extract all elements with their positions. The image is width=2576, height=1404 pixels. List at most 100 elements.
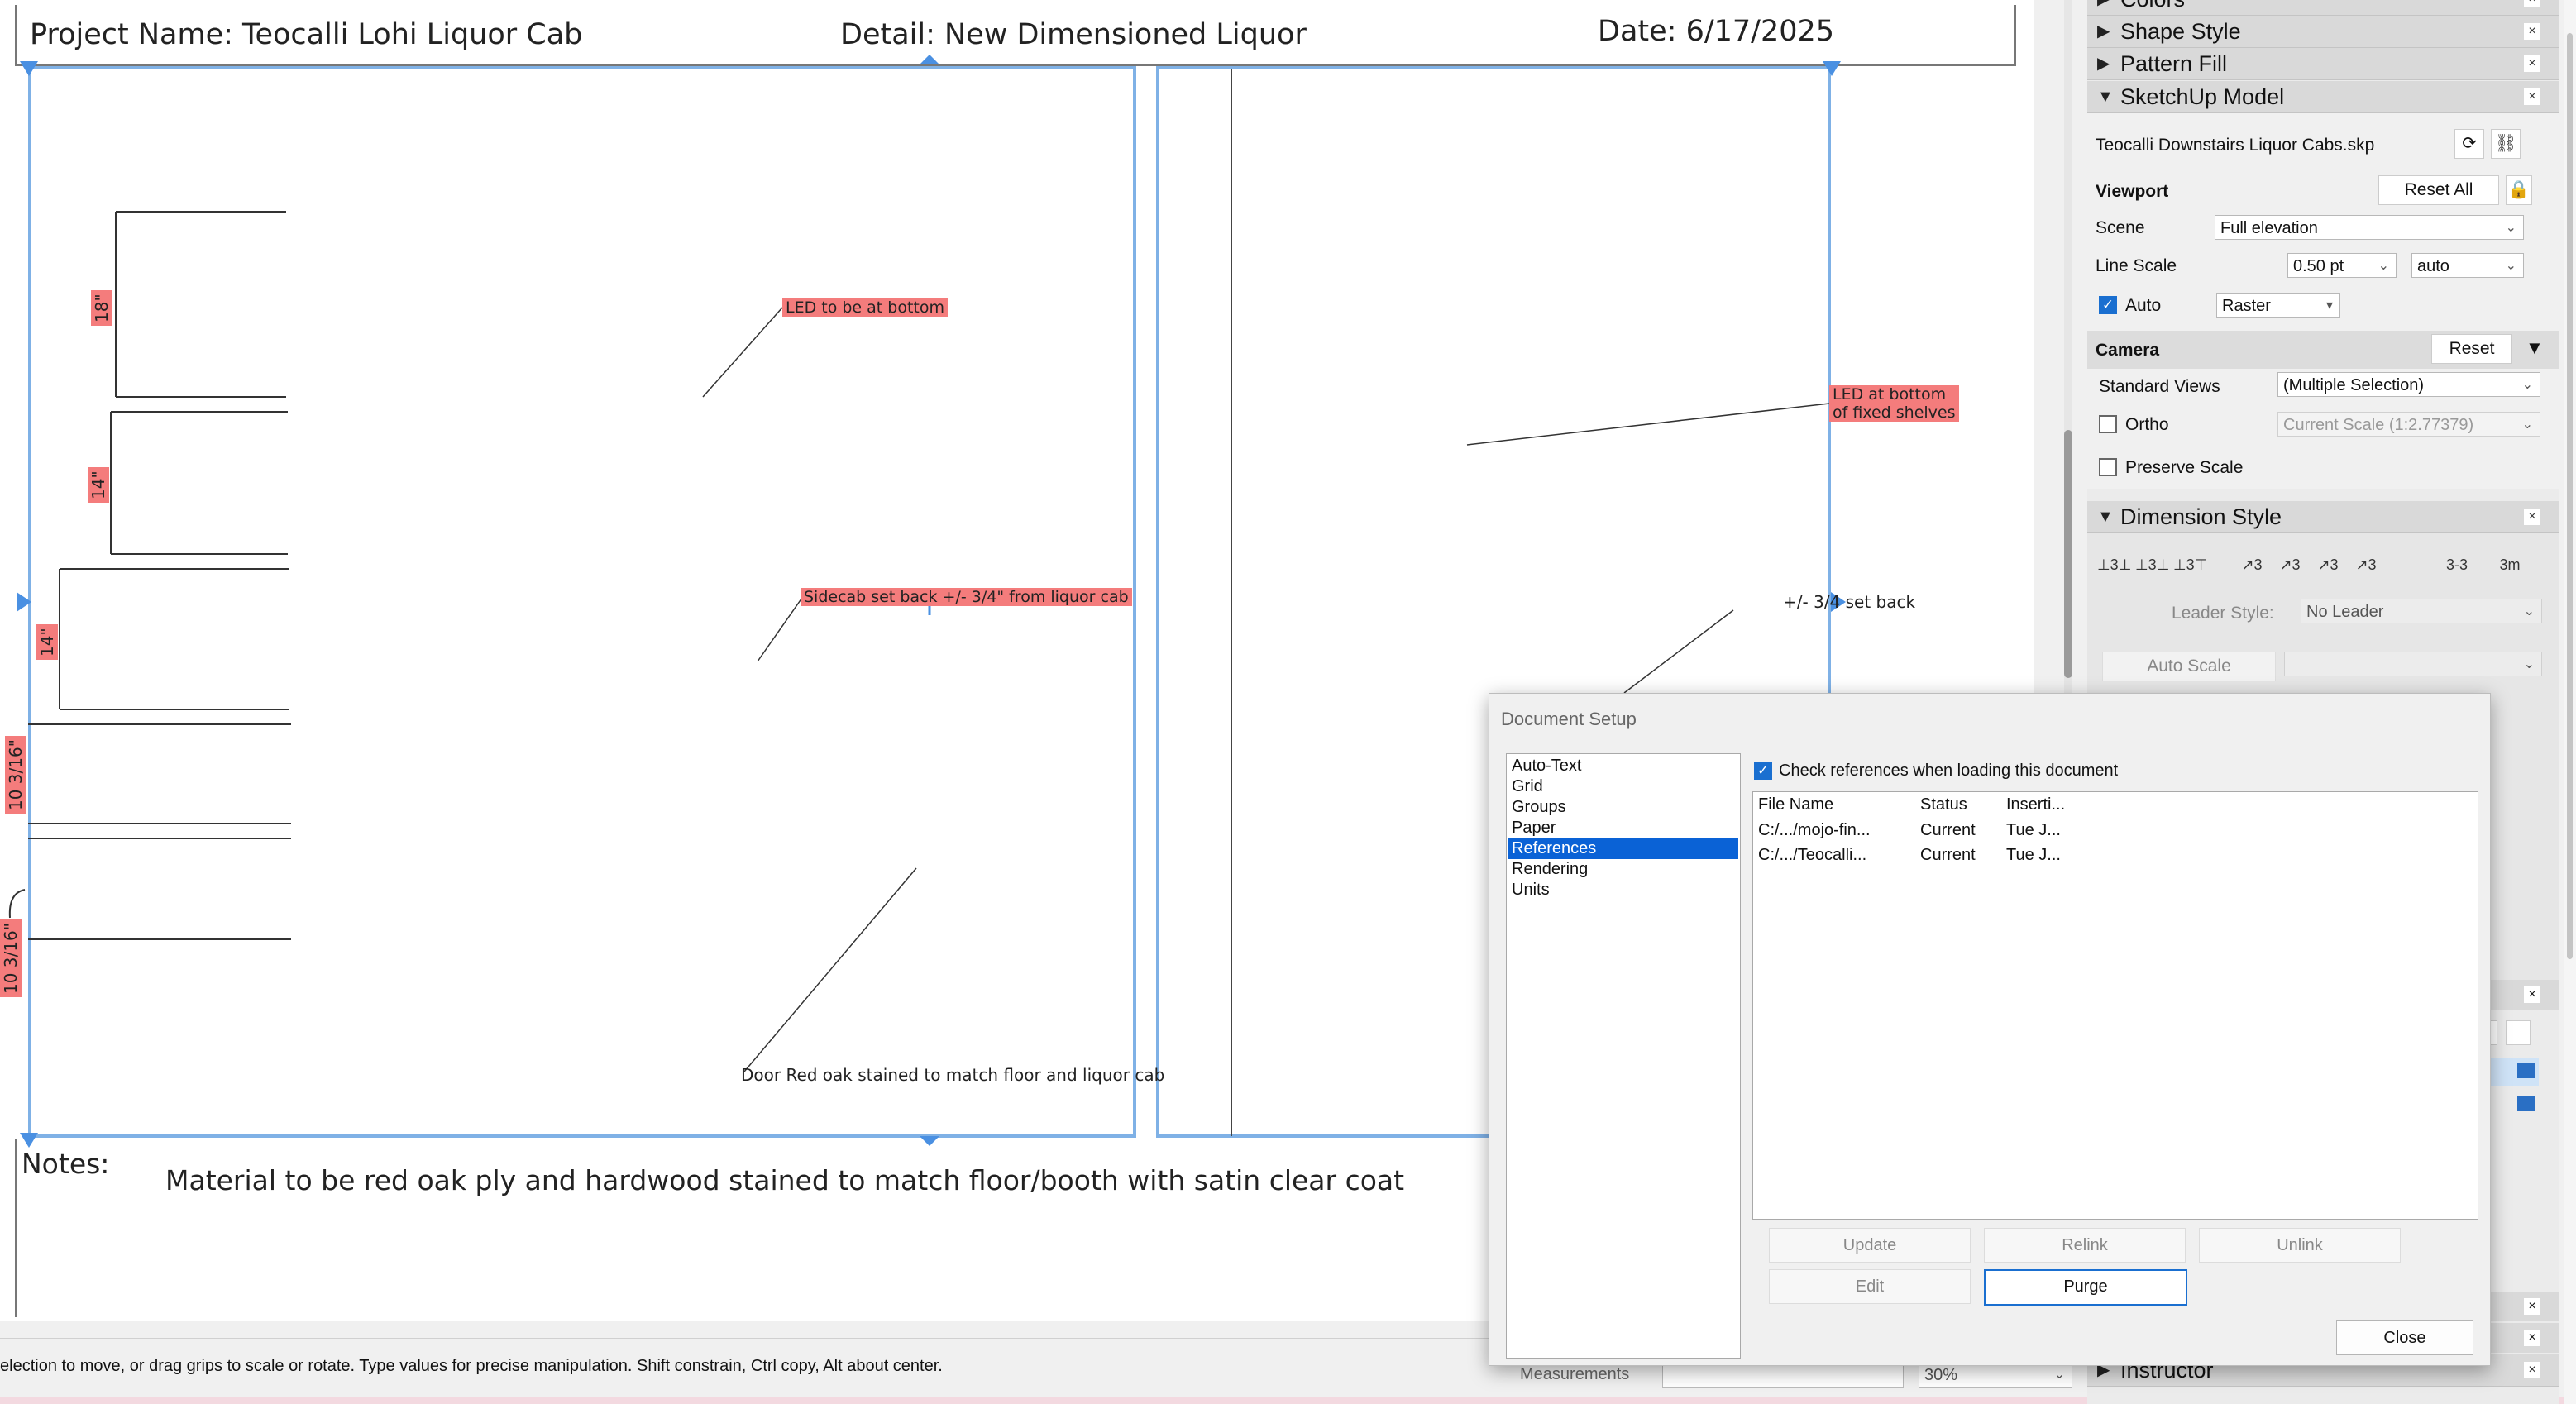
scene-value: Full elevation: [2220, 219, 2318, 237]
tray-scroll-thumb[interactable]: [2567, 33, 2573, 959]
dim-align-middle-icon[interactable]: ⊥3⊥: [2135, 551, 2169, 579]
auto-checkbox[interactable]: ✓: [2099, 296, 2117, 314]
dimension-tag[interactable]: 18": [91, 290, 112, 326]
dimension-tag[interactable]: 10 3/16": [5, 736, 26, 814]
close-icon[interactable]: ×: [2524, 1362, 2540, 1378]
close-icon[interactable]: ×: [2524, 1330, 2540, 1346]
close-icon[interactable]: ×: [2524, 0, 2540, 7]
standard-views-label: Standard Views: [2099, 377, 2220, 396]
door-note[interactable]: Door Red oak stained to match floor and …: [741, 1065, 1164, 1085]
category-item-paper[interactable]: Paper: [1508, 818, 1738, 838]
scene-select[interactable]: Full elevation ⌄: [2215, 215, 2524, 240]
render-mode-select[interactable]: Raster ▾: [2216, 293, 2340, 318]
line-scale-mode-select[interactable]: auto ⌄: [2411, 253, 2524, 278]
dim-rotate-4-icon[interactable]: ↗3: [2350, 551, 2382, 579]
leader-style-value: No Leader: [2306, 603, 2384, 621]
camera-label: Camera: [2096, 341, 2160, 360]
category-item-grid[interactable]: Grid: [1508, 776, 1738, 797]
notes-label: Notes:: [22, 1148, 110, 1180]
close-icon[interactable]: ×: [2524, 23, 2540, 40]
measurements-label: Measurements: [1520, 1365, 1630, 1383]
cell-file-name: C:/.../Teocalli...: [1758, 846, 1867, 864]
render-mode-value: Raster: [2222, 297, 2271, 315]
cell-inserted: Tue J...: [2006, 821, 2061, 839]
column-header-inserted[interactable]: Inserti...: [2006, 795, 2065, 814]
category-item-references[interactable]: References: [1508, 838, 1738, 859]
close-icon[interactable]: ×: [2524, 55, 2540, 72]
panel-shape-style[interactable]: ▶ Shape Style ×: [2087, 16, 2559, 48]
close-button[interactable]: Close: [2336, 1320, 2473, 1355]
sidecab-setback-label[interactable]: Sidecab set back +/- 3/4" from liquor ca…: [801, 588, 1132, 606]
close-icon[interactable]: ×: [2524, 1298, 2540, 1315]
dim-align-top-icon[interactable]: ⊥3⊤: [2173, 551, 2207, 579]
dim-rotate-2-icon[interactable]: ↗3: [2274, 551, 2306, 579]
ortho-checkbox[interactable]: [2099, 415, 2117, 433]
model-file-name: Teocalli Downstairs Liquor Cabs.skp: [2096, 136, 2375, 155]
standard-views-value: (Multiple Selection): [2283, 376, 2425, 394]
dim-rotate-1-icon[interactable]: ↗3: [2236, 551, 2268, 579]
chevron-down-icon: ⌄: [2378, 259, 2389, 273]
dim-align-bottom-icon[interactable]: ⊥3⊥: [2097, 551, 2131, 579]
category-item-auto-text[interactable]: Auto-Text: [1508, 756, 1738, 776]
edit-button[interactable]: Edit: [1769, 1269, 1971, 1304]
standard-views-select[interactable]: (Multiple Selection) ⌄: [2277, 372, 2540, 397]
check-references-checkbox[interactable]: ✓: [1754, 762, 1772, 780]
close-icon[interactable]: ×: [2524, 986, 2540, 1003]
dim-units-icon[interactable]: 3m: [2494, 551, 2526, 579]
line-scale-mode-value: auto: [2417, 257, 2449, 275]
document-setup-dialog: Document Setup Auto-Text Grid Groups Pap…: [1489, 693, 2491, 1366]
dimension-tag[interactable]: 14": [88, 467, 109, 503]
zoom-select[interactable]: 30% ⌄: [1919, 1363, 2072, 1388]
auto-scale-button[interactable]: Auto Scale: [2102, 652, 2276, 681]
dimension-tag[interactable]: 14": [36, 624, 58, 660]
dim-offset-icon[interactable]: 3-3: [2441, 551, 2473, 579]
monitor-icon: [2517, 1096, 2535, 1111]
camera-menu-icon[interactable]: ▼: [2526, 337, 2544, 359]
cell-status: Current: [1920, 821, 1976, 839]
chevron-down-icon: ⌄: [2523, 604, 2535, 618]
leader-style-select[interactable]: No Leader ⌄: [2301, 599, 2542, 623]
notes-text[interactable]: Material to be red oak ply and hardwood …: [165, 1164, 1404, 1196]
relink-button[interactable]: Relink: [1984, 1228, 2186, 1263]
category-item-rendering[interactable]: Rendering: [1508, 859, 1738, 880]
line-scale-value: 0.50 pt: [2293, 257, 2344, 275]
refresh-icon[interactable]: ⟳: [2454, 129, 2484, 159]
auto-scale-select[interactable]: ⌄: [2284, 652, 2542, 676]
column-header-file-name[interactable]: File Name: [1758, 795, 1833, 814]
dimension-tag[interactable]: 10 3/16": [0, 919, 22, 997]
dim-rotate-3-icon[interactable]: ↗3: [2312, 551, 2344, 579]
link-icon[interactable]: ⛓: [2491, 129, 2521, 159]
unlink-button[interactable]: Unlink: [2199, 1228, 2401, 1263]
measurements-input[interactable]: [1662, 1363, 1904, 1388]
ortho-scale-select[interactable]: Current Scale (1:2.77379) ⌄: [2277, 412, 2540, 437]
line-scale-select[interactable]: 0.50 pt ⌄: [2287, 253, 2397, 278]
column-header-status[interactable]: Status: [1920, 795, 1967, 814]
panel-title: Colors: [2120, 0, 2185, 15]
table-row[interactable]: C:/.../mojo-fin... Current Tue J...: [1753, 819, 2478, 843]
grid-view-icon[interactable]: [2506, 1020, 2531, 1045]
zoom-value: 30%: [1924, 1366, 1958, 1384]
panel-pattern-fill[interactable]: ▶ Pattern Fill ×: [2087, 48, 2559, 80]
lock-icon[interactable]: 🔒: [2506, 175, 2532, 205]
camera-reset-button[interactable]: Reset: [2431, 334, 2512, 364]
close-icon[interactable]: ×: [2524, 509, 2540, 525]
dimension-icon-row: ⊥3⊥ ⊥3⊥ ⊥3⊤ ↗3 ↗3 ↗3 ↗3 3-3 3m: [2097, 551, 2544, 584]
purge-button[interactable]: Purge: [1984, 1269, 2187, 1306]
scene-label: Scene: [2096, 218, 2145, 237]
preserve-scale-checkbox[interactable]: [2099, 458, 2117, 476]
chevron-down-icon: ⌄: [2521, 378, 2533, 392]
setback-note[interactable]: +/- 3/4 set back: [1783, 592, 1915, 612]
category-item-groups[interactable]: Groups: [1508, 797, 1738, 818]
table-row[interactable]: C:/.../Teocalli... Current Tue J...: [1753, 843, 2478, 868]
led-bottom-label[interactable]: LED to be at bottom: [782, 298, 949, 317]
panel-dimension-style[interactable]: ▼ Dimension Style ×: [2087, 501, 2559, 533]
update-button[interactable]: Update: [1769, 1228, 1971, 1263]
close-icon[interactable]: ×: [2524, 88, 2540, 105]
category-item-units[interactable]: Units: [1508, 880, 1738, 900]
canvas-scroll-thumb[interactable]: [2064, 430, 2072, 678]
led-fixed-shelves-label[interactable]: LED at bottom of fixed shelves: [1829, 385, 1959, 422]
led-fixed-line-2: of fixed shelves: [1833, 404, 1956, 422]
panel-colors[interactable]: ▶ Colors ×: [2087, 0, 2559, 16]
reset-all-button[interactable]: Reset All: [2378, 175, 2499, 205]
panel-sketchup-model[interactable]: ▼ SketchUp Model ×: [2087, 81, 2559, 113]
